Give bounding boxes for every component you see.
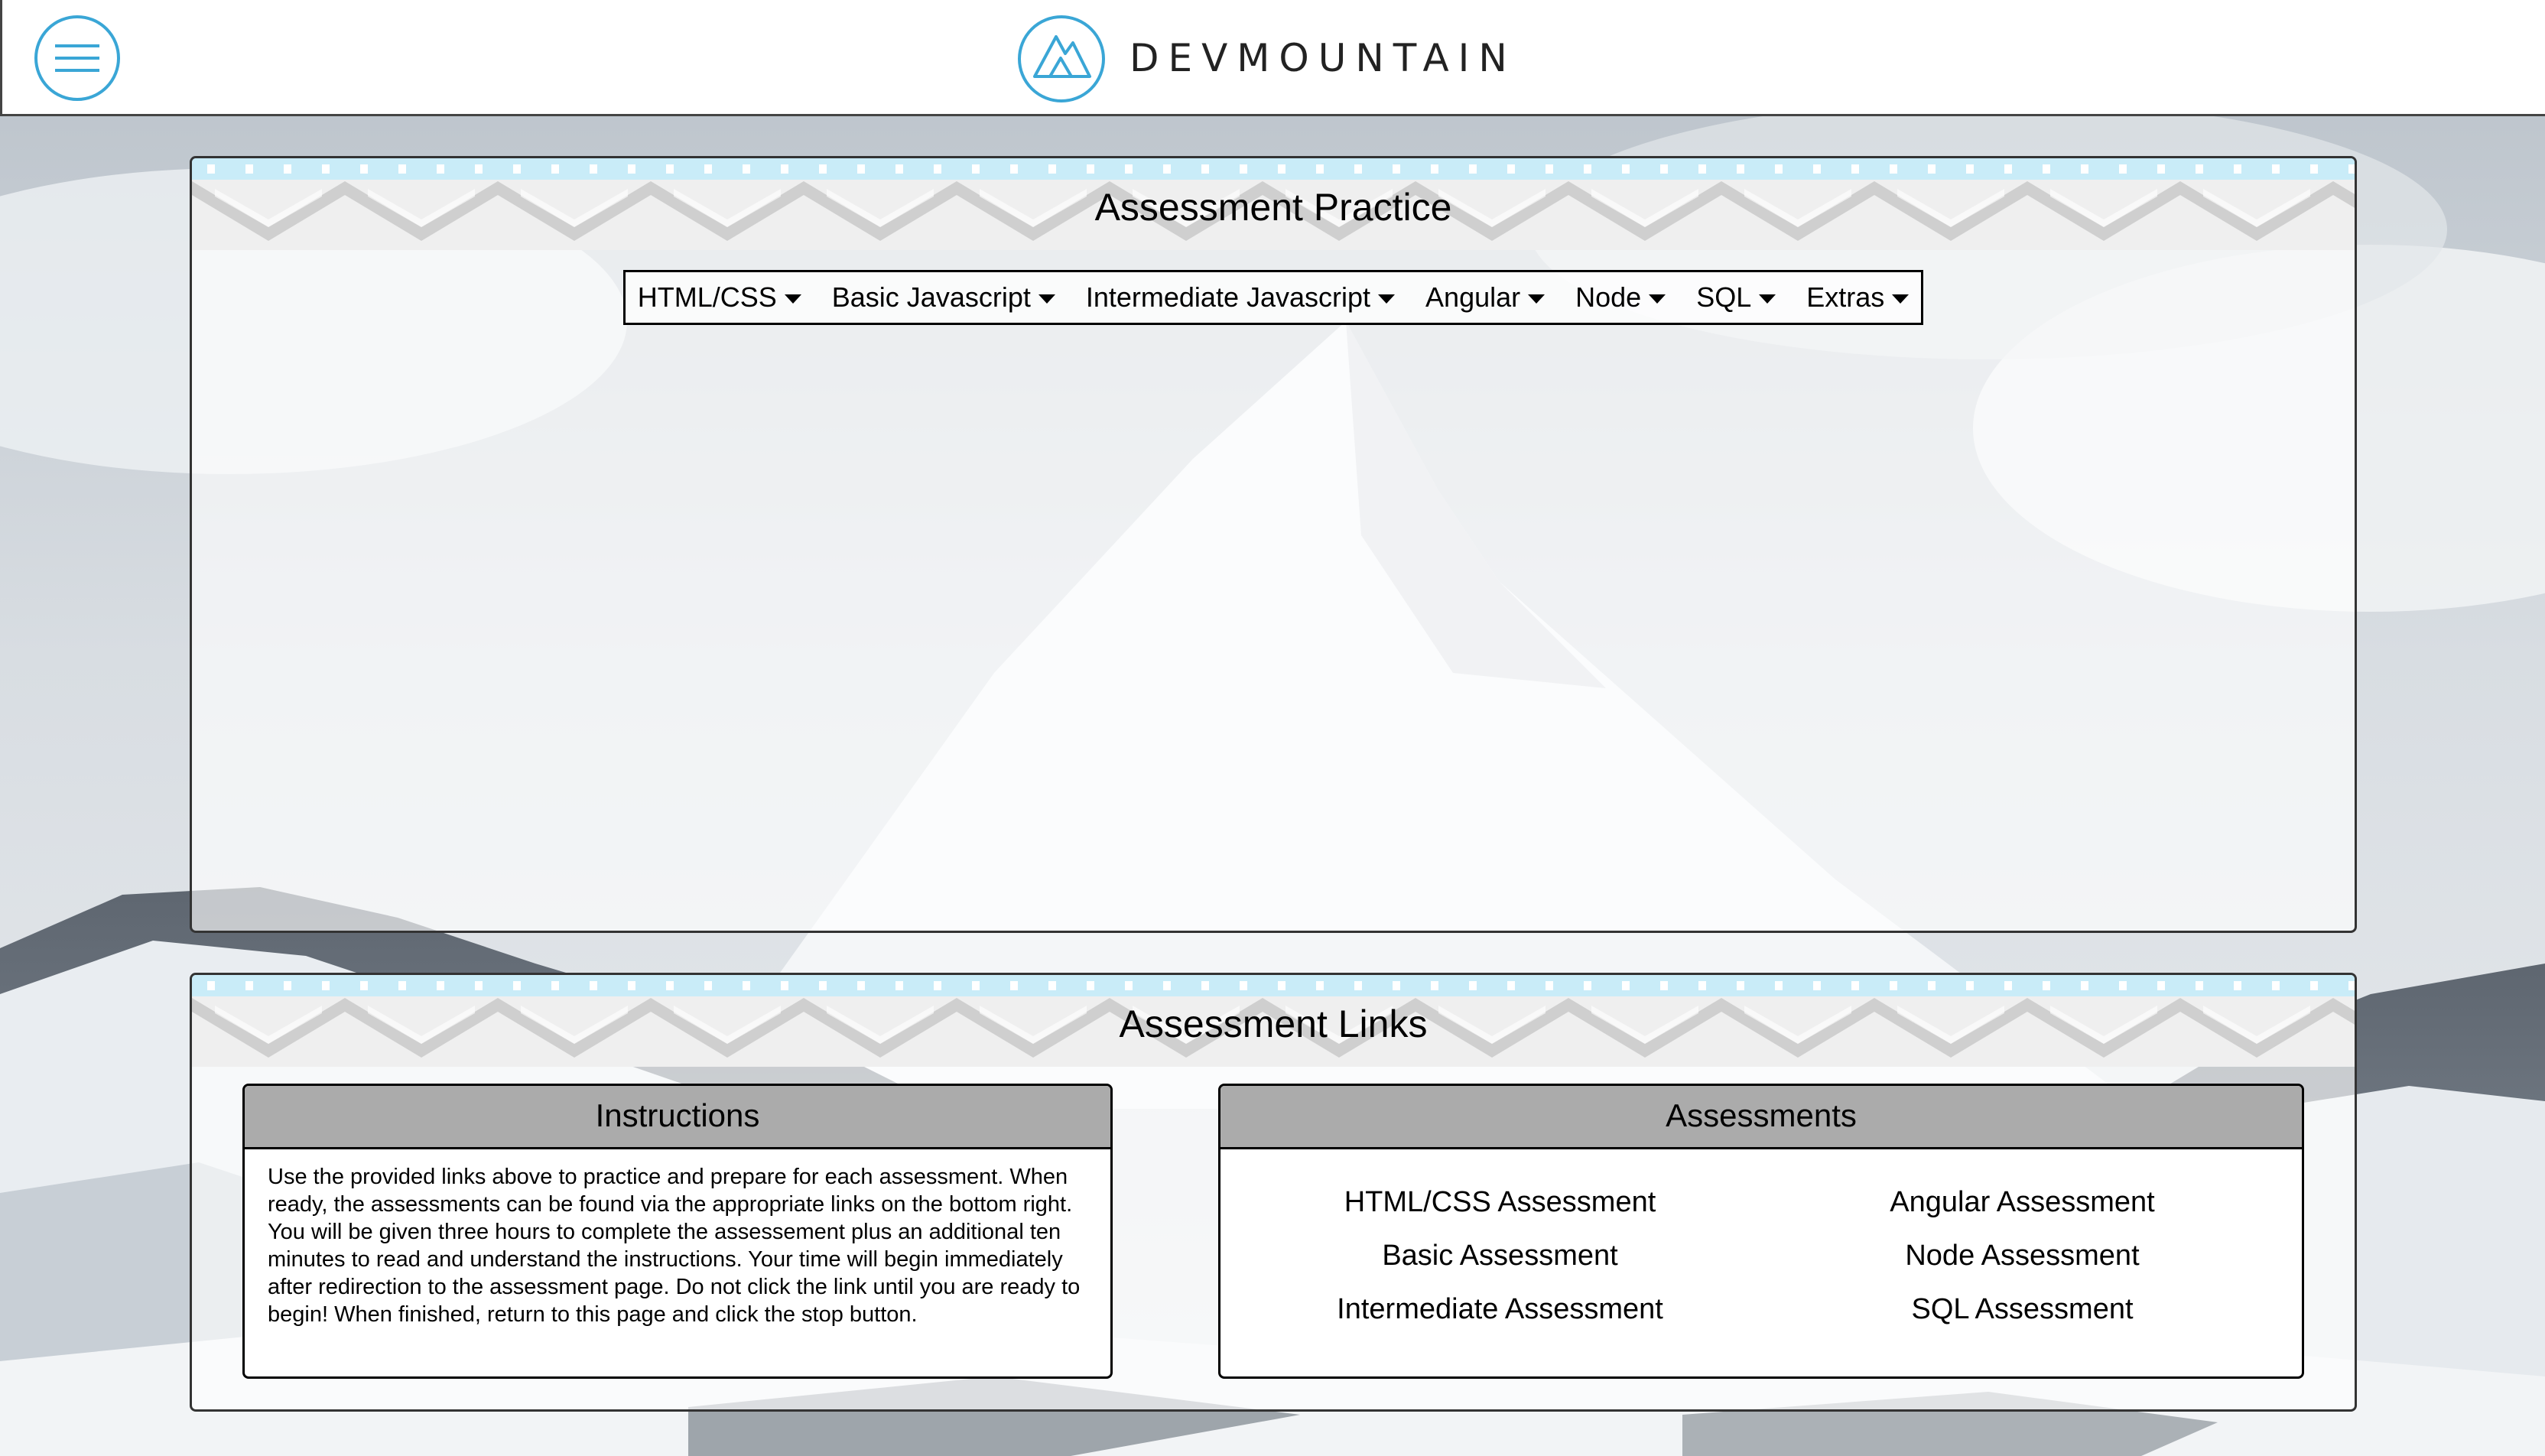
nav-dropdown-angular[interactable]: Angular xyxy=(1425,281,1546,314)
nav-label: Angular xyxy=(1425,281,1521,313)
caret-down-icon xyxy=(1649,294,1666,304)
nav-dropdown-intermediate-javascript[interactable]: Intermediate Javascript xyxy=(1085,281,1396,314)
nav-label: Intermediate Javascript xyxy=(1085,281,1371,313)
instructions-text: Use the provided links above to practice… xyxy=(268,1165,1081,1327)
hamburger-menu-button[interactable] xyxy=(34,15,120,101)
nav-dropdown-html-css[interactable]: HTML/CSS xyxy=(638,281,801,314)
caret-down-icon xyxy=(1378,294,1396,304)
assessments-heading: Assessments xyxy=(1220,1086,2302,1149)
nav-dropdown-extras[interactable]: Extras xyxy=(1806,281,1910,314)
node-assessment-link[interactable]: Node Assessment xyxy=(1761,1237,2283,1275)
caret-down-icon xyxy=(1038,294,1055,304)
html-css-assessment-link[interactable]: HTML/CSS Assessment xyxy=(1239,1183,1761,1221)
nav-label: SQL xyxy=(1696,281,1752,313)
nav-dropdown-basic-javascript[interactable]: Basic Javascript xyxy=(832,281,1055,314)
mountain-logo-icon[interactable] xyxy=(1016,14,1107,104)
nav-dropdown-node[interactable]: Node xyxy=(1575,281,1666,314)
assessment-practice-title: Assessment Practice xyxy=(1094,186,1452,229)
assessment-links-panel: Assessment Links Instructions Use the pr… xyxy=(190,973,2357,1412)
basic-assessment-link[interactable]: Basic Assessment xyxy=(1239,1237,1761,1275)
caret-down-icon xyxy=(784,294,801,304)
instructions-heading: Instructions xyxy=(245,1086,1110,1149)
assessment-practice-panel: Assessment Practice HTML/CSS Basic Javas… xyxy=(190,156,2357,933)
nav-label: Basic Javascript xyxy=(831,281,1031,313)
caret-down-icon xyxy=(1528,294,1546,304)
nav-label: Extras xyxy=(1806,281,1885,313)
hamburger-menu-icon xyxy=(55,44,99,72)
assessment-links-title: Assessment Links xyxy=(1119,1003,1428,1045)
sql-assessment-link[interactable]: SQL Assessment xyxy=(1761,1290,2283,1328)
caret-down-icon xyxy=(1892,294,1910,304)
nav-label: HTML/CSS xyxy=(637,281,777,313)
nav-dropdown-sql[interactable]: SQL xyxy=(1696,281,1776,314)
intermediate-assessment-link[interactable]: Intermediate Assessment xyxy=(1239,1290,1761,1328)
angular-assessment-link[interactable]: Angular Assessment xyxy=(1761,1183,2283,1221)
caret-down-icon xyxy=(1759,294,1776,304)
instructions-box: Instructions Use the provided links abov… xyxy=(242,1084,1113,1379)
brand-name[interactable]: DEVMOUNTAIN xyxy=(1129,34,1516,83)
nav-label: Node xyxy=(1575,281,1642,313)
practice-nav-bar: HTML/CSS Basic Javascript Intermediate J… xyxy=(623,270,1923,325)
assessment-links-list: HTML/CSS Assessment Angular Assessment B… xyxy=(1220,1183,2302,1328)
assessments-box: Assessments HTML/CSS Assessment Angular … xyxy=(1218,1084,2304,1379)
top-header: DEVMOUNTAIN xyxy=(0,0,2545,116)
